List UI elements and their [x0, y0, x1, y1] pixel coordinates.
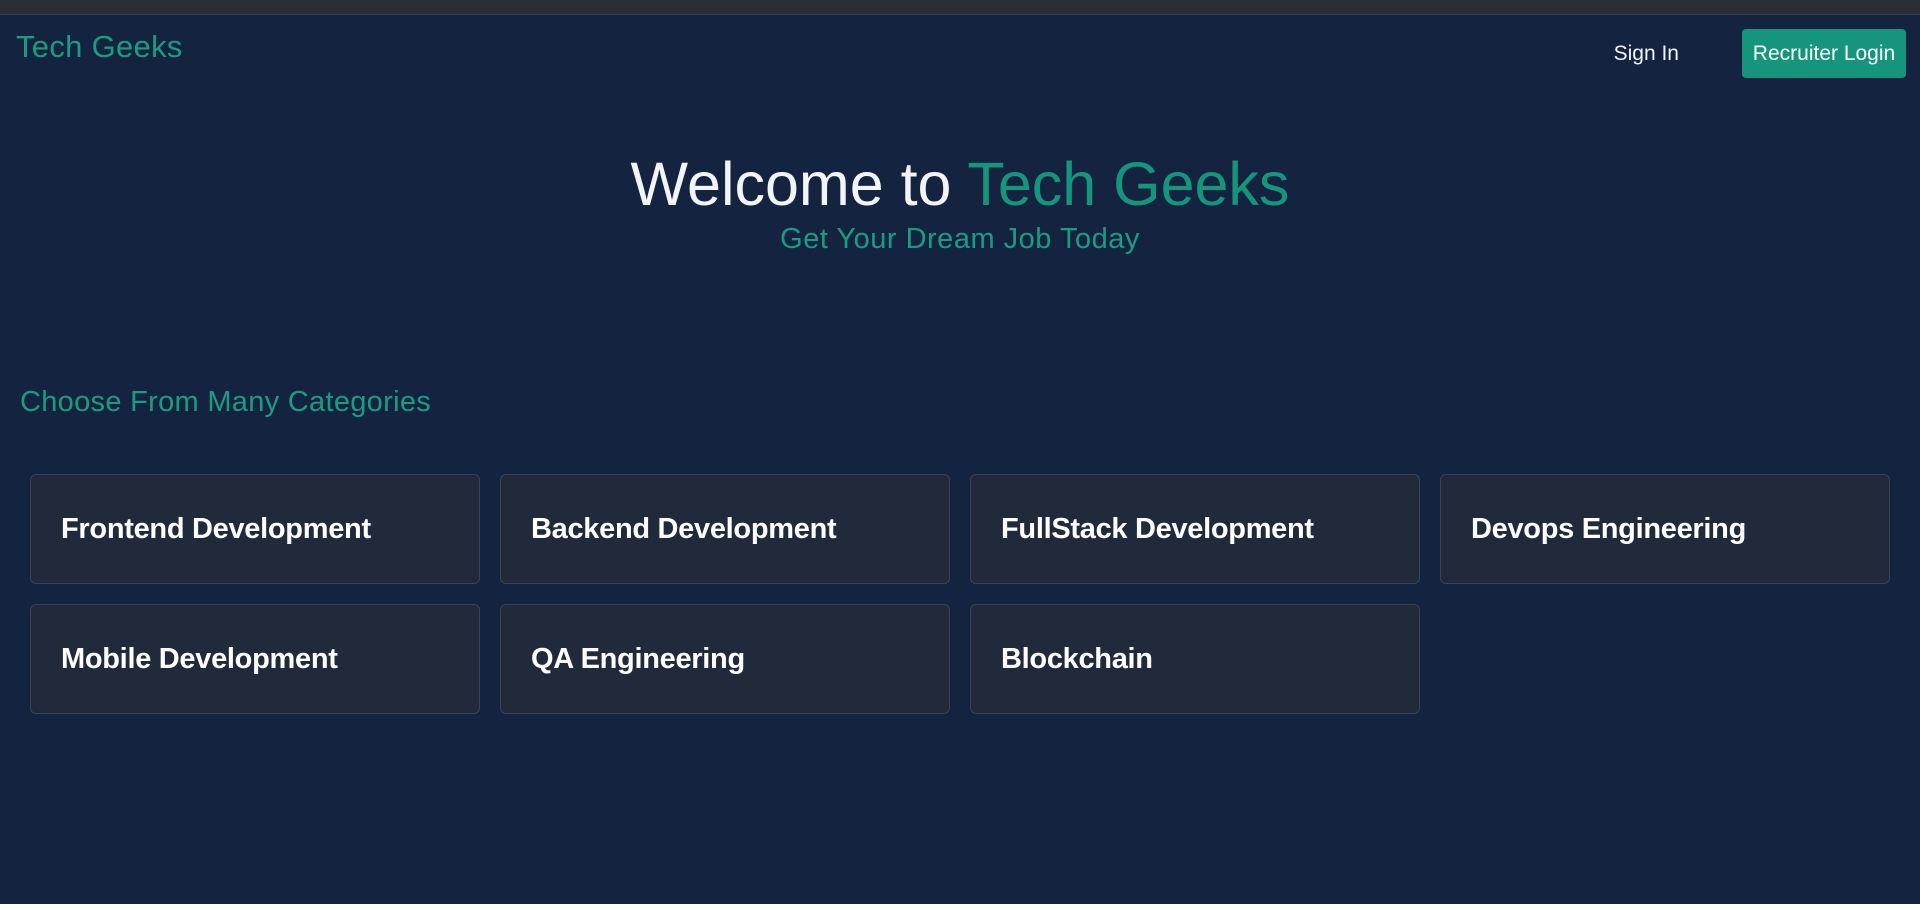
category-card-devops[interactable]: Devops Engineering: [1440, 474, 1890, 584]
sign-in-link[interactable]: Sign In: [1614, 42, 1679, 66]
brand-logo-link[interactable]: Tech Geeks: [16, 29, 183, 65]
categories-heading: Choose From Many Categories: [20, 386, 432, 418]
category-card-qa[interactable]: QA Engineering: [500, 604, 950, 714]
hero-section: Welcome to Tech Geeks Get Your Dream Job…: [0, 145, 1920, 256]
hero-subtitle: Get Your Dream Job Today: [780, 223, 1140, 255]
category-card-backend[interactable]: Backend Development: [500, 474, 950, 584]
category-label: Backend Development: [531, 512, 837, 545]
categories-grid: Frontend Development Backend Development…: [30, 474, 1890, 714]
browser-toolbar-strip: [0, 0, 1920, 15]
category-label: QA Engineering: [531, 642, 745, 675]
recruiter-login-button[interactable]: Recruiter Login: [1742, 29, 1906, 78]
category-card-frontend[interactable]: Frontend Development: [30, 474, 480, 584]
category-label: Mobile Development: [61, 642, 338, 675]
hero-title-prefix: Welcome to: [630, 150, 968, 218]
category-card-fullstack[interactable]: FullStack Development: [970, 474, 1420, 584]
category-label: Devops Engineering: [1471, 512, 1746, 545]
category-card-blockchain[interactable]: Blockchain: [970, 604, 1420, 714]
category-label: FullStack Development: [1001, 512, 1314, 545]
category-label: Blockchain: [1001, 642, 1153, 675]
category-card-mobile[interactable]: Mobile Development: [30, 604, 480, 714]
hero-title-accent: Tech Geeks: [967, 150, 1290, 218]
hero-title: Welcome to Tech Geeks: [0, 145, 1920, 223]
category-label: Frontend Development: [61, 512, 371, 545]
